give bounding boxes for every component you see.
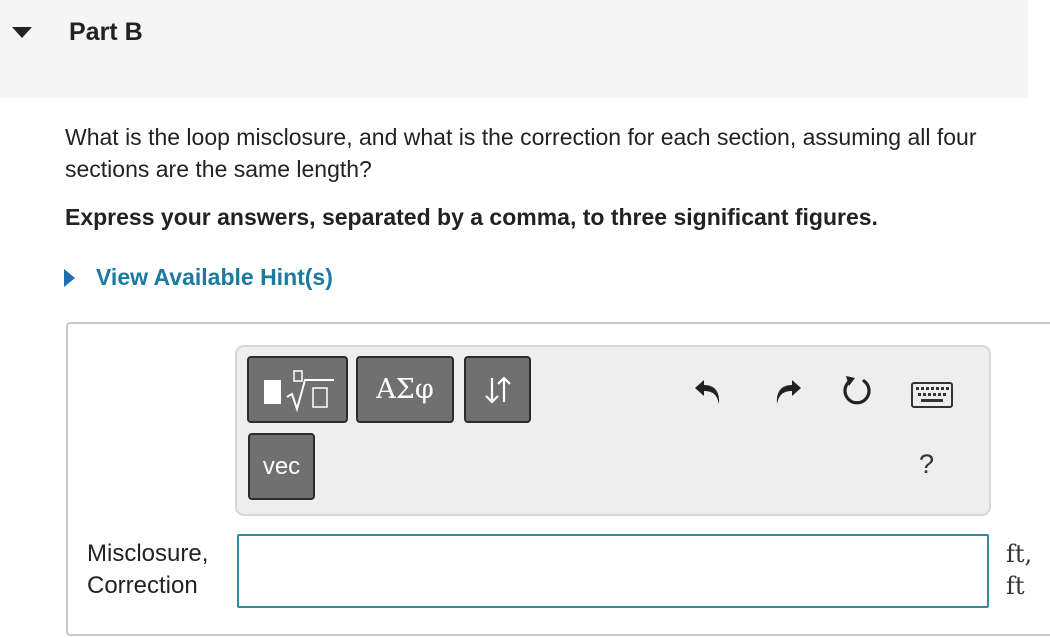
unit-line1: ft,: [1006, 540, 1033, 568]
arrows-button[interactable]: [464, 356, 531, 423]
templates-button[interactable]: [247, 356, 348, 423]
answer-input[interactable]: [237, 534, 989, 608]
part-header[interactable]: Part B: [0, 0, 1028, 98]
caret-right-icon: [64, 268, 75, 287]
answer-label: Misclosure, Correction: [87, 538, 208, 602]
arrows-icon: [484, 375, 511, 404]
templates-icon: [263, 369, 334, 412]
redo-icon[interactable]: [770, 374, 804, 408]
answer-label-line2: Correction: [87, 572, 198, 599]
collapse-arrow-icon[interactable]: [12, 27, 32, 38]
part-title: Part B: [69, 18, 143, 46]
vec-button[interactable]: vec: [248, 433, 315, 500]
units-label: ft, ft: [1006, 538, 1032, 602]
undo-icon[interactable]: [692, 374, 726, 408]
question-text: What is the loop misclosure, and what is…: [65, 124, 977, 182]
keyboard-icon[interactable]: [911, 382, 953, 408]
reset-icon[interactable]: [838, 372, 876, 410]
unit-line2: ft: [1006, 572, 1025, 600]
view-hints-label: View Available Hint(s): [96, 264, 333, 290]
help-button[interactable]: ?: [919, 449, 934, 480]
instruction-text: Express your answers, separated by a com…: [65, 204, 878, 230]
greek-symbols-button[interactable]: ΑΣφ: [356, 356, 454, 423]
view-hints-link[interactable]: View Available Hint(s): [64, 264, 333, 291]
answer-label-line1: Misclosure,: [87, 540, 209, 567]
math-toolbar: [235, 345, 991, 516]
